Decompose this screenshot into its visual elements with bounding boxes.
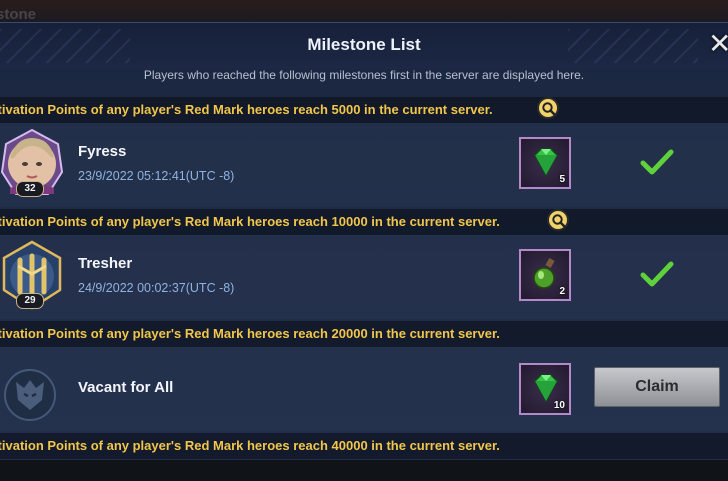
green-gem-icon — [534, 148, 558, 177]
player-row-fyress: 32 Fyress 23/9/2022 05:12:41(UTC -8) 5 — [0, 123, 728, 207]
milestone-text: ultivation Points of any player's Red Ma… — [0, 326, 500, 341]
reward-count: 2 — [559, 286, 565, 297]
reward-count: 5 — [559, 174, 565, 185]
panel-header: Milestone List ✕ — [0, 23, 728, 69]
achievement-date: 24/9/2022 00:02:37(UTC -8) — [78, 281, 235, 295]
claim-button[interactable]: Claim — [594, 367, 720, 407]
milestone-text: ultivation Points of any player's Red Ma… — [0, 214, 500, 229]
achievement-date: 23/9/2022 05:12:41(UTC -8) — [78, 169, 235, 183]
background-strip: stone — [0, 0, 728, 23]
player-row-vacant: Vacant for All 10 Claim — [0, 347, 728, 431]
player-name: Vacant for All — [78, 379, 174, 396]
milestone-text: ultivation Points of any player's Red Ma… — [0, 102, 493, 117]
milestone-row-20000: ultivation Points of any player's Red Ma… — [0, 321, 728, 347]
player-row-tresher: 29 Tresher 24/9/2022 00:02:37(UTC -8) 2 — [0, 235, 728, 319]
milestone-text: ultivation Points of any player's Red Ma… — [0, 438, 500, 453]
milestone-row-5000: ultivation Points of any player's Red Ma… — [0, 97, 728, 123]
reward-count: 10 — [553, 400, 565, 411]
search-icon[interactable] — [537, 97, 559, 119]
green-potion-icon — [533, 258, 555, 289]
reward-item[interactable]: 5 — [519, 137, 571, 189]
close-icon[interactable]: ✕ — [708, 29, 728, 61]
search-icon[interactable] — [547, 209, 569, 231]
checkmark-icon — [640, 261, 674, 287]
checkmark-icon — [640, 149, 674, 175]
level-badge: 32 — [16, 181, 44, 197]
milestone-panel: Milestone List ✕ Players who reached the… — [0, 22, 728, 461]
panel-subtitle: Players who reached the following milest… — [143, 68, 585, 82]
empty-helmet-icon — [4, 369, 56, 421]
player-name: Fyress — [78, 143, 127, 160]
milestone-row-40000: ultivation Points of any player's Red Ma… — [0, 433, 728, 459]
footer-strip — [0, 460, 728, 481]
reward-item[interactable]: 10 — [519, 363, 571, 415]
level-badge: 29 — [16, 293, 44, 309]
milestone-row-10000: ultivation Points of any player's Red Ma… — [0, 209, 728, 235]
avatar — [0, 352, 68, 424]
reward-item[interactable]: 2 — [519, 249, 571, 301]
player-name: Tresher — [78, 255, 133, 272]
panel-title: Milestone List — [307, 35, 421, 54]
background-ghost-text: stone — [0, 6, 37, 23]
